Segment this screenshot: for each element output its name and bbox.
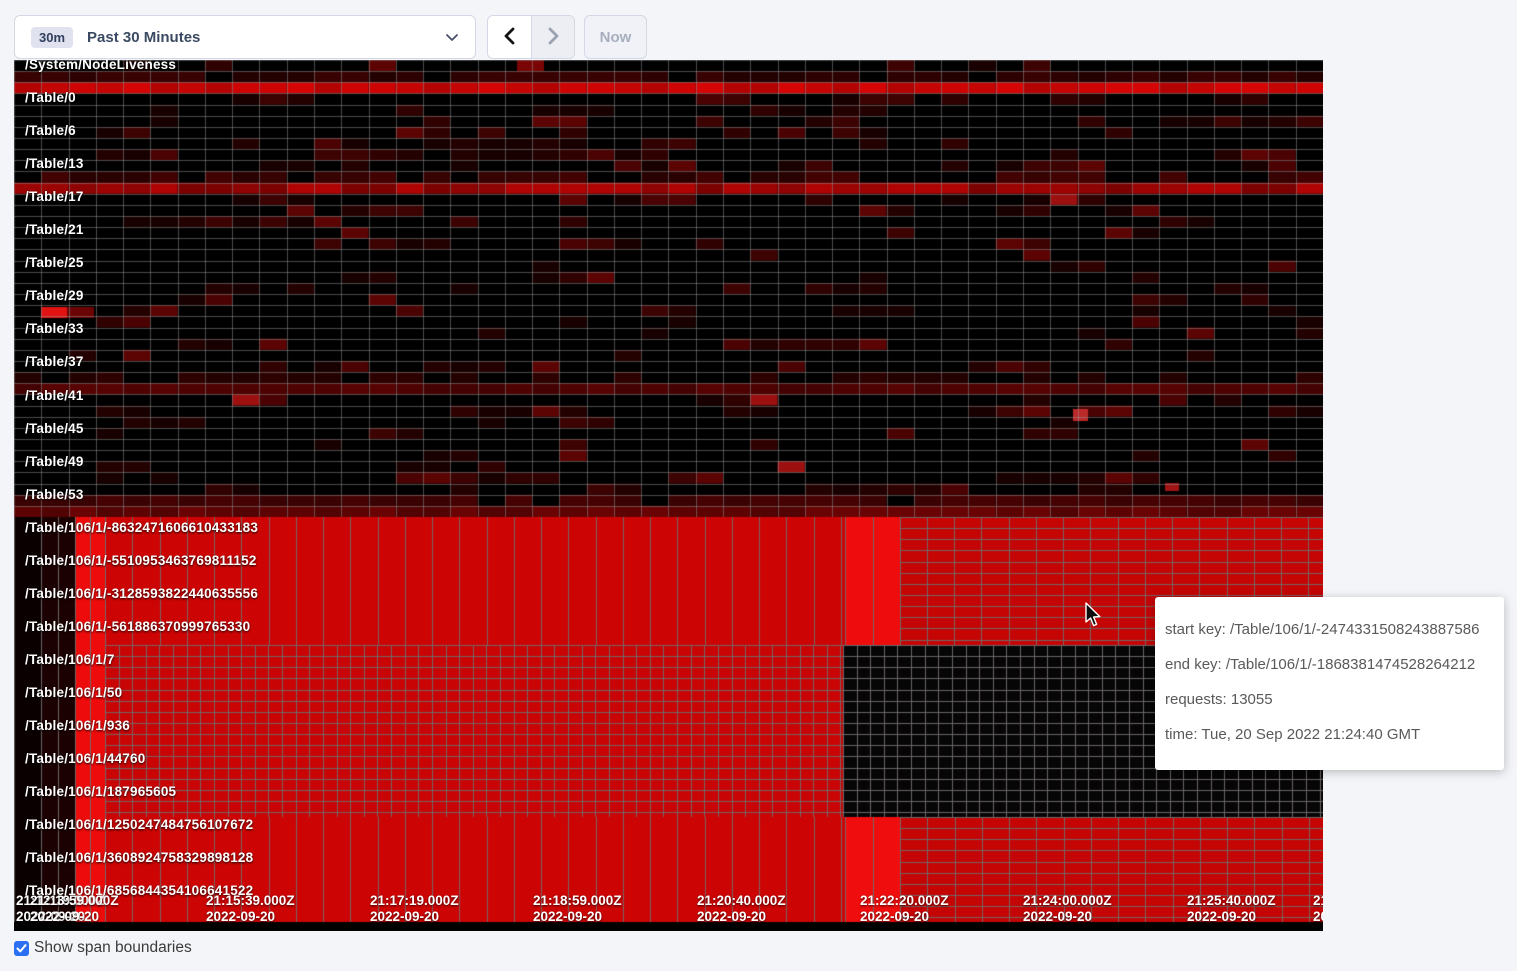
tooltip-line: start key: /Table/106/1/-247433150824388…: [1165, 620, 1494, 640]
show-span-boundaries-label: Show span boundaries: [34, 939, 192, 957]
now-button[interactable]: Now: [584, 15, 647, 59]
chevron-right-icon: [545, 27, 561, 48]
heatmap-canvas[interactable]: [14, 60, 1323, 931]
prev-time-button[interactable]: [488, 16, 531, 58]
time-nav-group: [487, 15, 575, 59]
time-range-badge: 30m: [31, 27, 73, 48]
tooltip-line: requests: 13055: [1165, 690, 1494, 710]
time-range-dropdown[interactable]: 30m Past 30 Minutes: [14, 15, 476, 59]
key-visualizer-heatmap[interactable]: /System/NodeLiveness/Table/0/Table/6/Tab…: [14, 60, 1323, 931]
span-tooltip: start key: /Table/106/1/-247433150824388…: [1155, 597, 1504, 770]
next-time-button[interactable]: [531, 16, 574, 58]
key-visualizer-page: 30m Past 30 Minutes Now /System/NodeLive…: [0, 0, 1517, 971]
show-span-boundaries-checkbox[interactable]: [14, 941, 29, 956]
chevron-left-icon: [502, 27, 518, 48]
footer-controls: Show span boundaries: [14, 939, 192, 957]
chevron-down-icon: [445, 30, 459, 44]
tooltip-line: end key: /Table/106/1/-18683814745282642…: [1165, 655, 1494, 675]
tooltip-line: time: Tue, 20 Sep 2022 21:24:40 GMT: [1165, 725, 1494, 745]
time-range-label: Past 30 Minutes: [87, 29, 445, 46]
